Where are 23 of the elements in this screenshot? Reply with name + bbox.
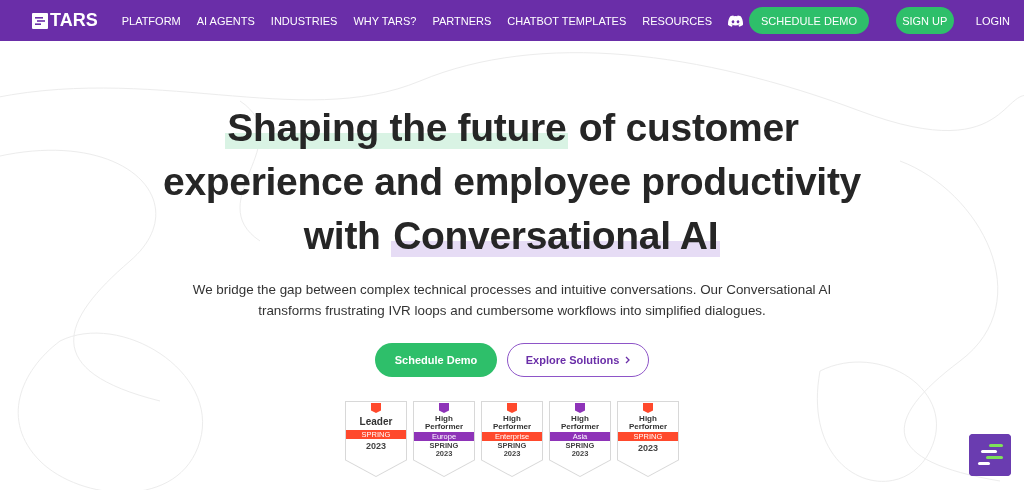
nav-link[interactable]: INDUSTRIES bbox=[270, 14, 338, 27]
nav-link[interactable]: PARTNERS bbox=[432, 14, 492, 27]
badge-title: High Performer bbox=[560, 415, 600, 431]
badge-title: High Performer bbox=[492, 415, 532, 431]
badge-year: 2023 bbox=[366, 441, 386, 452]
explore-solutions-button[interactable]: Explore Solutions bbox=[507, 343, 649, 377]
chevron-right-icon bbox=[625, 356, 631, 364]
login-link[interactable]: LOGIN bbox=[975, 14, 1010, 27]
badge-title: High Performer bbox=[628, 415, 668, 431]
nav-link[interactable]: PLATFORM bbox=[121, 14, 181, 27]
discord-icon[interactable] bbox=[728, 14, 743, 27]
nav-link[interactable]: RESOURCES bbox=[642, 14, 712, 27]
badge-title: High Performer bbox=[424, 415, 464, 431]
logo-icon bbox=[32, 12, 48, 29]
nav-link[interactable]: AI AGENTS bbox=[196, 14, 255, 27]
headline-line: experience and employee productivity bbox=[163, 159, 861, 205]
chat-widget-icon[interactable] bbox=[969, 434, 1011, 476]
badge-title: Leader bbox=[359, 415, 393, 429]
logo-text[interactable]: TARS bbox=[50, 10, 98, 31]
badge-year: 2023 bbox=[638, 443, 658, 454]
nav-link[interactable]: CHATBOT TEMPLATES bbox=[507, 14, 627, 27]
nav-link[interactable]: WHY TARS? bbox=[353, 14, 417, 27]
hero-subtitle: We bridge the gap between complex technical processes and intuitive conversations. Our Conversational AI transforms frustrating IVR loops and cumbersome workflows into simplified dialogues. bbox=[192, 281, 832, 320]
